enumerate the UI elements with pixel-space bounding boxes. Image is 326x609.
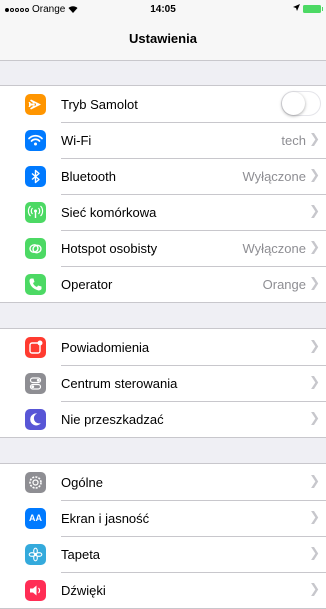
chevron-right-icon: ❯ [309, 338, 320, 353]
wifi-value: tech [281, 133, 306, 148]
settings-row-airplane-mode[interactable]: Tryb Samolot [0, 86, 326, 122]
notifications-icon [25, 337, 46, 358]
wifi-icon [25, 130, 46, 151]
chevron-right-icon: ❯ [309, 473, 320, 488]
settings-row-bluetooth[interactable]: Bluetooth Wyłączone ❯ [0, 158, 326, 194]
bluetooth-label: Bluetooth [61, 169, 116, 184]
notifications-label: Powiadomienia [61, 340, 150, 355]
navigation-bar: Ustawienia [0, 20, 326, 61]
chevron-right-icon: ❯ [309, 167, 320, 182]
chevron-right-icon: ❯ [309, 581, 320, 596]
settings-row-control-center[interactable]: Centrum sterowania ❯ [0, 365, 326, 401]
antenna-icon [25, 202, 46, 223]
airplane-icon [25, 94, 46, 115]
airplane-mode-toggle[interactable] [281, 91, 321, 116]
settings-row-display[interactable]: AA Ekran i jasność ❯ [0, 500, 326, 536]
carrier-label: Operator [61, 277, 113, 292]
settings-row-hotspot[interactable]: Hotspot osobisty Wyłączone ❯ [0, 230, 326, 266]
display-label: Ekran i jasność [61, 511, 150, 526]
status-time: 14:05 [150, 4, 176, 15]
settings-group-general: Ogólne ❯ AA Ekran i jasność ❯ Tapeta ❯ D… [0, 463, 326, 609]
settings-row-wallpaper[interactable]: Tapeta ❯ [0, 536, 326, 572]
settings-row-carrier[interactable]: Operator Orange ❯ [0, 266, 326, 302]
chevron-right-icon: ❯ [309, 509, 320, 524]
text-size-icon: AA [25, 508, 46, 529]
wallpaper-icon [25, 544, 46, 565]
bluetooth-icon [25, 166, 46, 187]
cellular-label: Sieć komórkowa [61, 205, 157, 220]
settings-group-connectivity: Tryb Samolot Wi-Fi tech ❯ Bluetooth Wyłą… [0, 85, 326, 303]
hotspot-label: Hotspot osobisty [61, 241, 158, 256]
status-bar: Orange 14:05 [0, 0, 326, 20]
chevron-right-icon: ❯ [309, 203, 320, 218]
chevron-right-icon: ❯ [309, 374, 320, 389]
chevron-right-icon: ❯ [309, 545, 320, 560]
control-center-icon [25, 373, 46, 394]
wallpaper-label: Tapeta [61, 547, 101, 562]
phone-icon [25, 274, 46, 295]
toggle-knob [282, 92, 305, 115]
speaker-icon [25, 580, 46, 601]
chevron-right-icon: ❯ [309, 410, 320, 425]
battery-icon [303, 4, 323, 13]
settings-row-cellular[interactable]: Sieć komórkowa ❯ [0, 194, 326, 230]
hotspot-icon [25, 238, 46, 259]
status-right [293, 4, 323, 13]
settings-row-wifi[interactable]: Wi-Fi tech ❯ [0, 122, 326, 158]
hotspot-value: Wyłączone [242, 241, 306, 256]
airplane-mode-label: Tryb Samolot [61, 97, 138, 112]
chevron-right-icon: ❯ [309, 131, 320, 146]
sounds-label: Dźwięki [61, 583, 106, 598]
carrier-value: Orange [262, 277, 306, 292]
chevron-right-icon: ❯ [309, 275, 320, 290]
gear-icon [25, 472, 46, 493]
moon-icon [25, 409, 46, 430]
location-arrow-icon [293, 4, 300, 13]
settings-row-do-not-disturb[interactable]: Nie przeszkadzać ❯ [0, 401, 326, 437]
settings-row-sounds[interactable]: Dźwięki ❯ [0, 572, 326, 608]
control-center-label: Centrum sterowania [61, 376, 178, 391]
bluetooth-value: Wyłączone [242, 169, 306, 184]
chevron-right-icon: ❯ [309, 239, 320, 254]
general-label: Ogólne [61, 475, 103, 490]
wifi-label: Wi-Fi [61, 133, 92, 148]
settings-row-notifications[interactable]: Powiadomienia ❯ [0, 329, 326, 365]
do-not-disturb-label: Nie przeszkadzać [61, 412, 164, 427]
page-title: Ustawienia [129, 31, 197, 46]
settings-row-general[interactable]: Ogólne ❯ [0, 464, 326, 500]
settings-group-notifications: Powiadomienia ❯ Centrum sterowania ❯ Nie… [0, 328, 326, 438]
